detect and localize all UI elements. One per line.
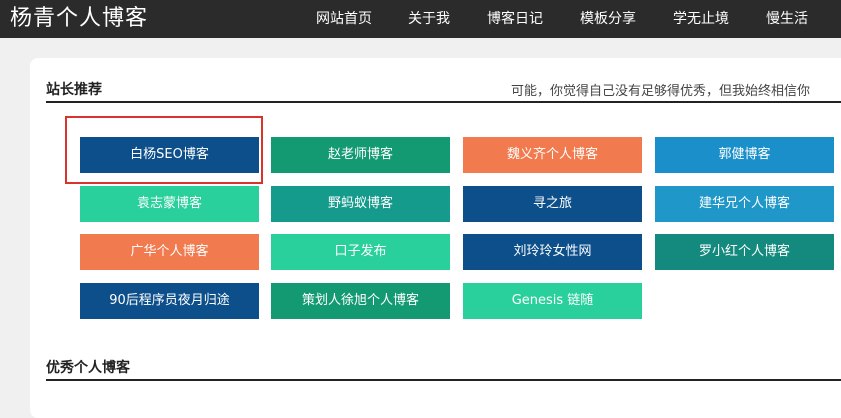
link-button-planner-xu[interactable]: 策划人徐旭个人博客: [271, 283, 450, 319]
nav-blog-diary[interactable]: 博客日记: [487, 0, 543, 38]
top-navigation-bar: 杨青个人博客 网站首页 关于我 博客日记 模板分享 学无止境 慢生活: [0, 0, 841, 38]
link-button-xunzhilv[interactable]: 寻之旅: [463, 186, 642, 222]
link-button-guanghua[interactable]: 广华个人博客: [80, 234, 259, 270]
nav-slow-life[interactable]: 慢生活: [766, 0, 808, 38]
nav-template-share[interactable]: 模板分享: [580, 0, 636, 38]
link-button-jianhua[interactable]: 建华兄个人博客: [655, 186, 834, 222]
link-button-kouzi[interactable]: 口子发布: [271, 234, 450, 270]
section-divider: [46, 101, 841, 103]
nav-home[interactable]: 网站首页: [316, 0, 372, 38]
link-button-genesis[interactable]: Genesis 链随: [463, 283, 642, 319]
link-button-zhao-teacher[interactable]: 赵老师博客: [271, 137, 450, 173]
link-button-wild-ant[interactable]: 野蚂蚁博客: [271, 186, 450, 222]
highlight-box: [65, 116, 263, 184]
link-button-liu-lingling[interactable]: 刘玲玲女性网: [463, 234, 642, 270]
link-button-guo-jian[interactable]: 郭健博客: [655, 137, 834, 173]
motto-text: 可能，你觉得自己没有足够得优秀，但我始终相信你: [511, 84, 811, 99]
nav-endless-learning[interactable]: 学无止境: [673, 0, 729, 38]
site-logo-title[interactable]: 杨青个人博客: [10, 5, 148, 33]
link-button-luo-xiaohong[interactable]: 罗小红个人博客: [655, 234, 834, 270]
recommend-section-title: 站长推荐: [46, 82, 102, 98]
link-button-90s-programmer[interactable]: 90后程序员夜月归途: [80, 283, 259, 319]
section-divider-2: [46, 379, 841, 381]
nav-about[interactable]: 关于我: [408, 0, 450, 38]
link-button-yuan-zhimeng[interactable]: 袁志蒙博客: [80, 186, 259, 222]
link-button-wei-yiqi[interactable]: 魏义齐个人博客: [463, 137, 642, 173]
excellent-section-title: 优秀个人博客: [46, 360, 130, 376]
